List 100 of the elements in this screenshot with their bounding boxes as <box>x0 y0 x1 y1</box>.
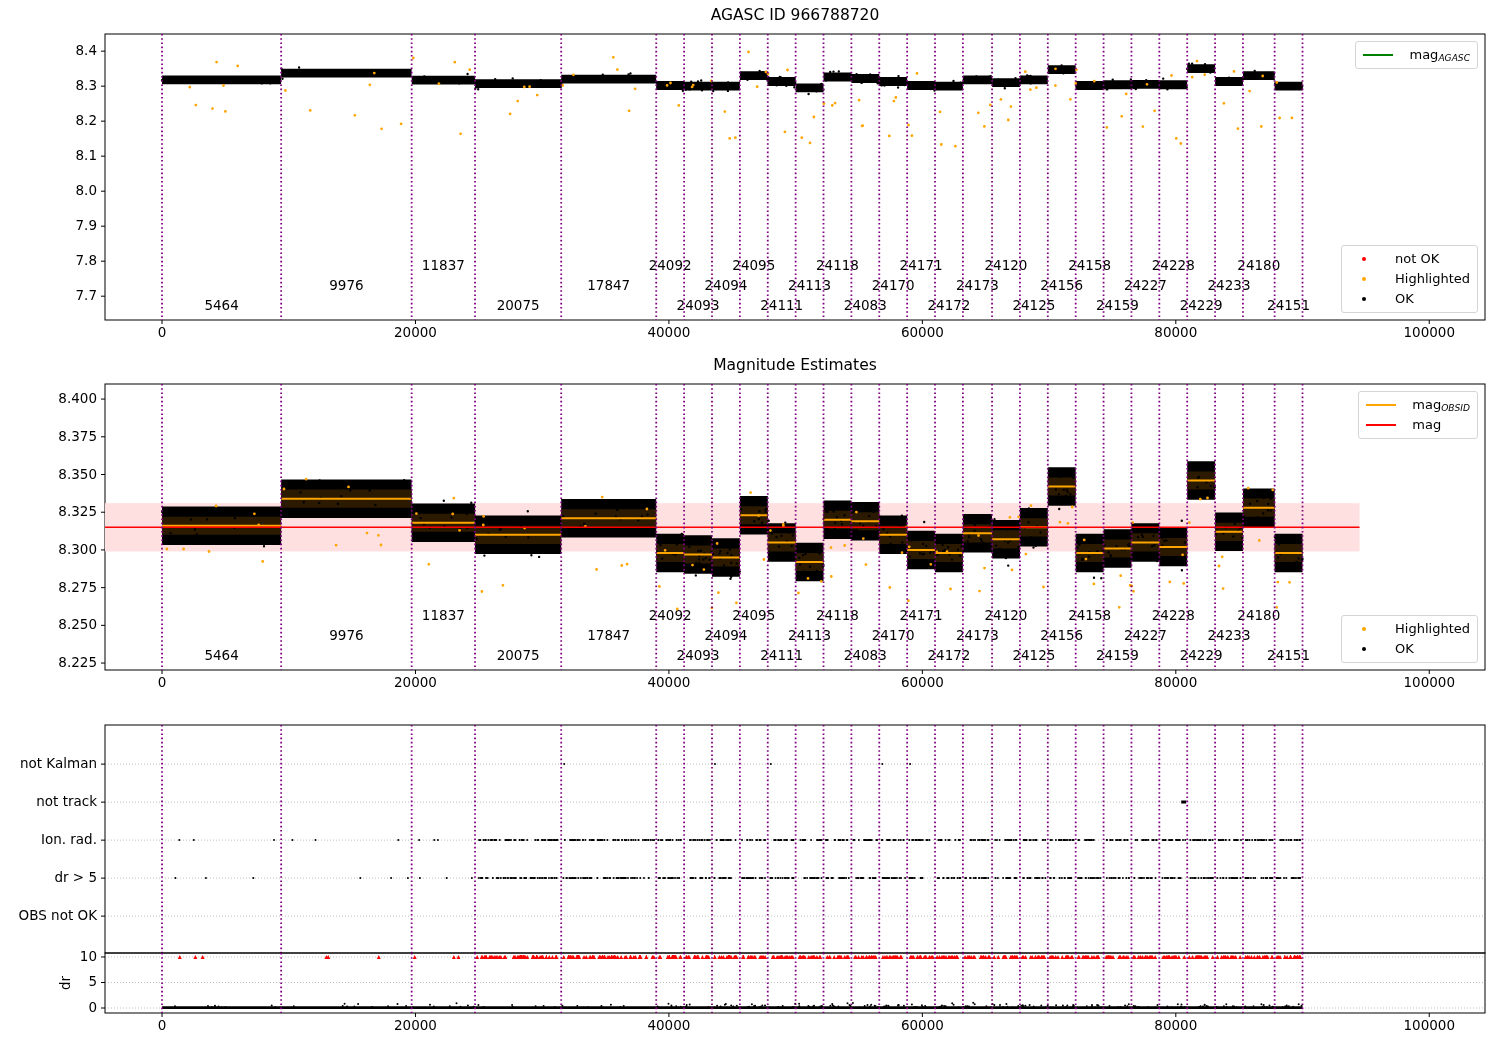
tick-mark <box>1175 319 1177 325</box>
obsid-label: 24228 <box>1151 606 1195 623</box>
tick-label: 0 <box>88 999 97 1015</box>
tick-mark <box>100 85 106 87</box>
tick-mark <box>668 1012 670 1018</box>
obsid-label: 24227 <box>1123 277 1167 294</box>
obsid-label: 24171 <box>899 257 943 274</box>
tick-mark <box>921 669 923 675</box>
obsid-label: 24156 <box>1040 277 1084 294</box>
obsid-label: 17847 <box>587 277 631 294</box>
tick-label: 20000 <box>394 324 437 340</box>
tick-label: 8.275 <box>58 578 97 595</box>
obsid-label: 20075 <box>496 297 540 314</box>
tick-mark <box>100 155 106 157</box>
legend-label: not OK <box>1395 250 1440 268</box>
tick-label: 20000 <box>394 674 437 690</box>
tick-label: 7.8 <box>75 252 97 269</box>
tick-mark <box>100 260 106 262</box>
tick-label: 80000 <box>1154 674 1198 690</box>
obsid-label: 24233 <box>1207 277 1251 294</box>
obsid-label: 9976 <box>329 277 364 294</box>
tick-mark <box>161 1012 163 1018</box>
tick-label: 100000 <box>1403 1017 1455 1033</box>
tick-label: 60000 <box>900 1017 944 1033</box>
obsid-label: 24083 <box>843 646 887 663</box>
tick-mark <box>100 801 106 803</box>
obsid-label: 24180 <box>1237 606 1281 623</box>
obsid-label: 24094 <box>704 277 748 294</box>
tick-label: 7.9 <box>75 217 97 234</box>
tick-label: 8.350 <box>58 465 97 482</box>
legend-label: Highlighted <box>1395 270 1470 288</box>
tick-label: 8.3 <box>75 77 97 94</box>
tick-mark <box>161 669 163 675</box>
tick-mark <box>100 549 106 551</box>
obsid-label: 24118 <box>816 257 859 274</box>
tick-label: 40000 <box>647 674 691 690</box>
tick-label: dr > 5 <box>54 869 97 886</box>
obsid-label: 24151 <box>1267 646 1311 663</box>
obsid-label: 24111 <box>760 297 804 314</box>
tick-mark <box>921 1012 923 1018</box>
tick-mark <box>1428 669 1430 675</box>
obsid-label: 24120 <box>984 606 1028 623</box>
tick-label: 100000 <box>1403 674 1455 690</box>
tick-label: 40000 <box>647 324 691 340</box>
tick-label: 80000 <box>1154 324 1198 340</box>
obsid-label: 11837 <box>421 606 465 623</box>
tick-label: 8.250 <box>58 616 97 633</box>
tick-label: 8.300 <box>58 540 97 557</box>
tick-label: not Kalman <box>19 755 97 772</box>
tick-mark <box>100 662 106 664</box>
tick-mark <box>100 982 106 983</box>
tick-label: 8.375 <box>58 427 97 444</box>
legend-label: mag$_{AGASC}$ <box>1409 46 1470 65</box>
obsid-label: 24158 <box>1068 606 1112 623</box>
tick-mark <box>100 436 106 438</box>
obsid-label: 24159 <box>1096 646 1139 663</box>
tick-mark <box>1175 669 1177 675</box>
tick-mark <box>100 474 106 475</box>
axis-label: dr <box>57 975 73 991</box>
obsid-label: 24113 <box>788 277 832 294</box>
legend-label: OK <box>1395 640 1414 658</box>
tick-label: 60000 <box>900 674 944 690</box>
tick-label: 8.225 <box>58 654 97 671</box>
tick-label: 60000 <box>900 324 944 340</box>
tick-mark <box>100 511 106 513</box>
obsid-label: 24120 <box>984 257 1028 274</box>
tick-label: 7.7 <box>75 287 97 304</box>
obsid-label: 24125 <box>1012 297 1056 314</box>
obsid-label: 24095 <box>732 606 776 623</box>
tick-mark <box>1175 1012 1177 1018</box>
tick-mark <box>161 319 163 325</box>
tick-label: 8.400 <box>58 390 97 407</box>
obsid-label: 24092 <box>648 606 692 623</box>
tick-mark <box>414 319 416 325</box>
tick-label: 8.325 <box>58 503 97 520</box>
tick-mark <box>100 624 106 626</box>
obsid-label: 24173 <box>956 277 999 294</box>
tick-label: 0 <box>157 674 167 690</box>
obsid-label: 24172 <box>927 646 971 663</box>
obsid-label: 11837 <box>421 257 465 274</box>
obsid-label: 24111 <box>760 646 804 663</box>
obsid-label: 24158 <box>1068 257 1112 274</box>
tick-label: 8.4 <box>75 42 97 59</box>
obsid-label: 24093 <box>676 297 720 314</box>
obsid-label: 24229 <box>1179 297 1223 314</box>
obsid-label: 24159 <box>1096 297 1139 314</box>
tick-mark <box>668 669 670 675</box>
obsid-label: 5464 <box>204 646 239 663</box>
tick-mark <box>414 669 416 675</box>
tick-mark <box>100 915 106 917</box>
tick-mark <box>100 587 106 589</box>
legend-label: OK <box>1395 290 1414 308</box>
tick-mark <box>668 319 670 325</box>
obsid-label: 20075 <box>496 646 540 663</box>
obsid-label: 24094 <box>704 626 748 643</box>
tick-mark <box>100 225 106 227</box>
tick-mark <box>1428 319 1430 325</box>
tick-label: 100000 <box>1403 324 1455 340</box>
tick-mark <box>100 50 106 52</box>
tick-label: 5 <box>88 973 97 990</box>
